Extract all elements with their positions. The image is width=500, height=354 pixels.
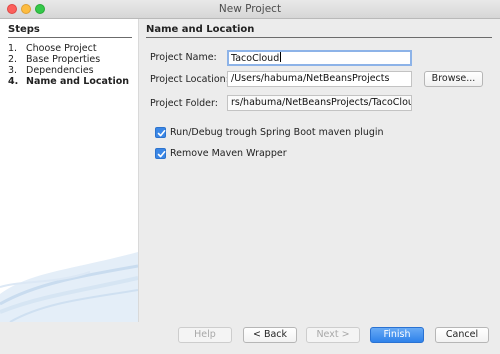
step-number: 4.: [8, 76, 19, 87]
run-debug-option[interactable]: Run/Debug trough Spring Boot maven plugi…: [155, 127, 384, 139]
steps-header: Steps: [8, 24, 40, 35]
step-number: 2.: [8, 54, 18, 65]
help-button[interactable]: Help: [178, 327, 232, 343]
text-caret: [280, 52, 282, 62]
step-label: Base Properties: [26, 54, 101, 65]
step-label: Dependencies: [26, 65, 94, 76]
title-bar[interactable]: New Project: [0, 0, 500, 19]
finish-button[interactable]: Finish: [370, 327, 424, 343]
project-name-label: Project Name:: [150, 52, 217, 63]
step-name-and-location: 4. Name and Location: [8, 76, 129, 87]
next-button[interactable]: Next >: [306, 327, 360, 343]
run-debug-checkbox[interactable]: [155, 127, 166, 138]
steps-list: 1. Choose Project 2. Base Properties 3. Dep…: [8, 43, 129, 87]
browse-button[interactable]: Browse...: [424, 71, 483, 87]
decorative-wave-graphic: [0, 252, 138, 322]
project-folder-input[interactable]: rs/habuma/NetBeansProjects/TacoCloud: [227, 95, 412, 111]
remove-wrapper-checkbox[interactable]: [155, 148, 166, 159]
project-name-input[interactable]: TacoCloud: [227, 50, 412, 66]
step-choose-project: 1. Choose Project: [8, 43, 129, 54]
project-name-value: TacoCloud: [231, 53, 280, 64]
section-divider: [146, 37, 492, 38]
remove-wrapper-label: Remove Maven Wrapper: [170, 148, 287, 159]
cancel-button[interactable]: Cancel: [435, 327, 489, 343]
project-location-input[interactable]: /Users/habuma/NetBeansProjects: [227, 71, 412, 87]
section-title: Name and Location: [146, 24, 255, 35]
step-number: 3.: [8, 65, 18, 76]
steps-divider: [8, 37, 132, 38]
run-debug-label: Run/Debug trough Spring Boot maven plugi…: [170, 127, 384, 138]
step-label: Name and Location: [26, 76, 130, 87]
checkmark-icon: [157, 130, 166, 137]
steps-panel: Steps 1. Choose Project 2. Base Properties…: [0, 19, 139, 322]
step-label: Choose Project: [26, 43, 97, 54]
window-title: New Project: [218, 3, 282, 15]
project-folder-label: Project Folder:: [150, 98, 218, 109]
checkmark-icon: [157, 151, 166, 158]
remove-wrapper-option[interactable]: Remove Maven Wrapper: [155, 148, 287, 160]
step-number: 1.: [8, 43, 18, 54]
project-location-label: Project Location:: [150, 74, 229, 85]
step-dependencies: 3. Dependencies: [8, 65, 129, 76]
back-button[interactable]: < Back: [243, 327, 297, 343]
step-base-properties: 2. Base Properties: [8, 54, 129, 65]
new-project-dialog: New Project Steps 1. Choose Project 2. Bas…: [0, 0, 500, 354]
